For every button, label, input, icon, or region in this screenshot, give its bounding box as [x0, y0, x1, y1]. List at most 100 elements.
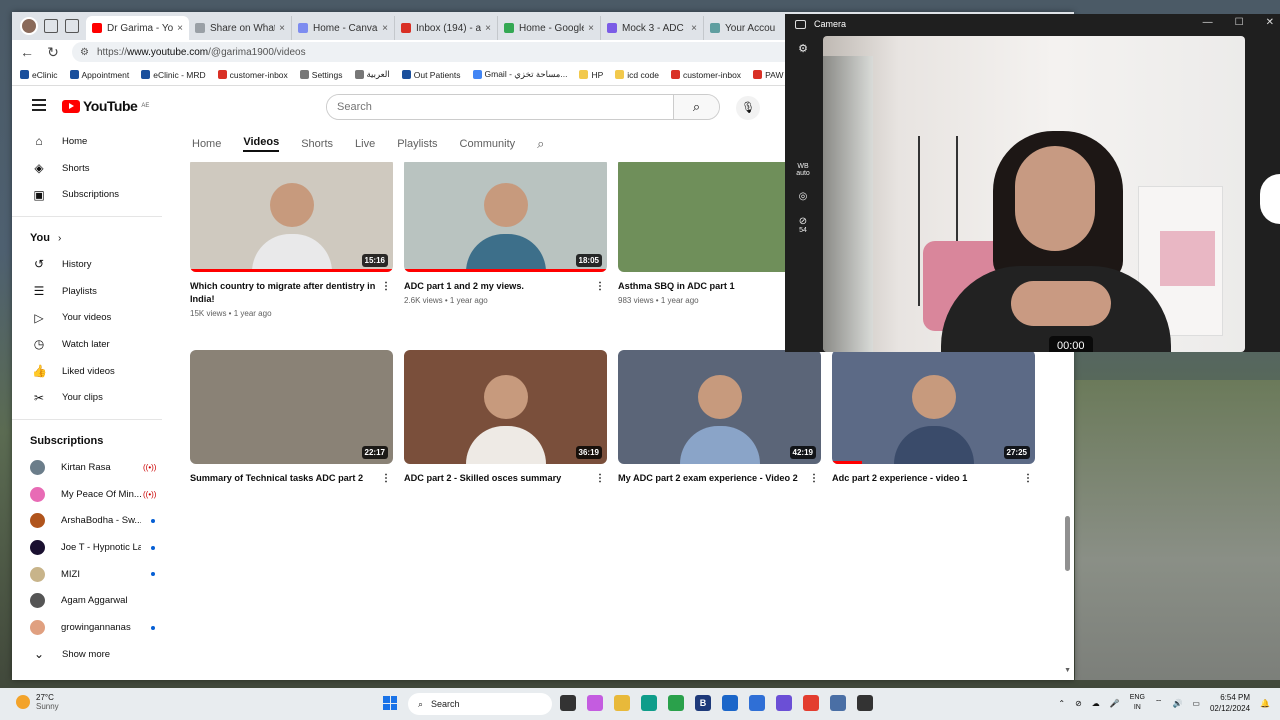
dropbox-icon[interactable] — [722, 695, 738, 711]
wifi-icon[interactable]: ⌔ — [1155, 698, 1163, 708]
tray-chevron-icon[interactable]: ⌃ — [1058, 699, 1065, 708]
close-icon[interactable]: ✕ — [1266, 17, 1274, 28]
profile-avatar[interactable] — [20, 17, 38, 35]
tab-groups-icon[interactable] — [44, 19, 58, 33]
bookmark-item[interactable]: العربية — [354, 69, 390, 80]
menu-icon[interactable] — [32, 99, 46, 114]
video-card[interactable]: 27:25 Adc part 2 experience - video 1 ⋮ 3.2… — [832, 350, 1035, 484]
video-card[interactable] — [618, 528, 821, 642]
more-options-icon[interactable]: ⋮ — [381, 472, 391, 484]
video-card[interactable]: 18:05 ADC part 1 and 2 my views. ⋮ 2.6K vie… — [404, 162, 607, 305]
video-editor-icon[interactable] — [803, 695, 819, 711]
video-title[interactable]: ADC part 2 - Skilled osces summary — [404, 473, 561, 483]
white-balance-control[interactable]: WB auto — [793, 163, 813, 177]
bookmark-item[interactable]: Out Patients — [401, 70, 461, 80]
video-thumbnail[interactable]: 18:05 — [404, 162, 607, 272]
chrome-icon[interactable] — [668, 695, 684, 711]
bookmark-item[interactable]: HP — [579, 70, 603, 80]
sidebar-item-subscriptions[interactable]: ▣ Subscriptions — [12, 181, 172, 208]
page-scrollbar[interactable] — [1065, 516, 1070, 571]
video-thumbnail[interactable] — [190, 528, 393, 642]
more-options-icon[interactable]: ⋮ — [1023, 472, 1033, 484]
microphone-icon[interactable]: 🎤 — [1110, 699, 1120, 708]
video-thumbnail[interactable] — [404, 528, 607, 642]
reload-icon[interactable]: ↻ — [46, 44, 60, 61]
tab-close-icon[interactable]: × — [588, 23, 594, 34]
recording-app-icon[interactable] — [857, 695, 873, 711]
subscription-item[interactable]: Joe T - Hypnotic La... — [12, 534, 172, 561]
video-title[interactable]: Summary of Technical tasks ADC part 2 — [190, 473, 363, 483]
file-explorer-icon[interactable] — [614, 695, 630, 711]
bookmark-item[interactable]: Gmail - مساحة تخزي... — [472, 69, 567, 80]
scroll-down-arrow-icon[interactable]: ▼ — [1064, 667, 1071, 674]
tab-playlists[interactable]: Playlists — [397, 138, 437, 150]
browser-tab[interactable]: Inbox (194) - adc× — [395, 16, 498, 40]
shutter-button[interactable] — [1260, 174, 1280, 224]
b-app-icon[interactable]: B — [695, 695, 711, 711]
video-card[interactable]: 36:19 ADC part 2 - Skilled osces summary ⋮… — [404, 350, 607, 484]
edge-icon[interactable] — [641, 695, 657, 711]
notification-bell-icon[interactable]: 🔔 — [1260, 699, 1270, 708]
subscription-item[interactable]: My Peace Of Min... ((•)) — [12, 481, 172, 508]
search-input[interactable] — [327, 95, 673, 119]
channel-search-icon[interactable]: ⌕ — [537, 136, 544, 152]
sidebar-item-playlists[interactable]: ☰ Playlists — [12, 278, 172, 305]
show-more-button[interactable]: ⌄ Show more — [12, 641, 172, 668]
video-thumbnail[interactable]: 42:19 — [618, 350, 821, 464]
tab-videos[interactable]: Videos — [243, 136, 280, 152]
more-options-icon[interactable]: ⋮ — [595, 280, 605, 293]
tab-close-icon[interactable]: × — [382, 23, 388, 34]
video-thumbnail[interactable] — [832, 528, 1035, 642]
camera-settings-icon[interactable]: ⚙ — [793, 42, 813, 55]
site-info-icon[interactable]: ⚙ — [80, 47, 89, 58]
browser-tab[interactable]: Dr Garima - YouTu× — [86, 16, 189, 40]
tab-close-icon[interactable]: × — [485, 23, 491, 34]
browser-tab[interactable]: Mock 3 - ADC - G × — [601, 16, 704, 40]
video-title[interactable]: Adc part 2 experience - video 1 — [832, 473, 967, 483]
focus-control-icon[interactable]: ◎ — [793, 191, 813, 202]
browser-tab[interactable]: Home - Google D× — [498, 16, 601, 40]
tab-home[interactable]: Home — [192, 138, 221, 150]
task-view-icon[interactable] — [560, 695, 576, 711]
video-thumbnail[interactable]: 27:25 — [832, 350, 1035, 464]
network-off-icon[interactable]: ⊘ — [1075, 699, 1082, 708]
taskbar-search[interactable]: ⌕ Search — [408, 693, 552, 715]
obs-icon[interactable] — [776, 695, 792, 711]
volume-icon[interactable]: 🔊 — [1172, 699, 1182, 708]
sidebar-item-history[interactable]: ↺ History — [12, 251, 172, 278]
bookmark-item[interactable]: Appointment — [69, 70, 129, 80]
camera-taskbar-icon[interactable] — [830, 695, 846, 711]
video-card[interactable] — [190, 528, 393, 642]
clock[interactable]: 6:54 PM 02/12/2024 — [1210, 692, 1250, 714]
sidebar-item-your-clips[interactable]: ✂ Your clips — [12, 385, 172, 412]
subscription-item[interactable]: ArshaBodha - Sw... — [12, 508, 172, 535]
bookmark-item[interactable]: customer-inbox — [670, 70, 741, 80]
maximize-icon[interactable]: ☐ — [1235, 17, 1244, 28]
video-card[interactable] — [832, 528, 1035, 642]
video-card[interactable]: 22:17 Summary of Technical tasks ADC part… — [190, 350, 393, 484]
video-thumbnail[interactable]: 15:16 — [190, 162, 393, 272]
bookmark-item[interactable]: eClinic — [20, 70, 58, 80]
video-card[interactable] — [404, 528, 607, 642]
video-thumbnail[interactable]: 36:19 — [404, 350, 607, 464]
browser-tab[interactable]: Home - Canva × — [292, 16, 395, 40]
tab-close-icon[interactable]: × — [279, 23, 285, 34]
subscription-item[interactable]: Kirtan Rasa ((•)) — [12, 454, 172, 481]
tab-shorts[interactable]: Shorts — [301, 138, 333, 150]
exposure-control[interactable]: ⊘ 54 — [793, 216, 813, 234]
more-options-icon[interactable]: ⋮ — [595, 472, 605, 484]
sidebar-item-watch-later[interactable]: ◷ Watch later — [12, 331, 172, 358]
tab-live[interactable]: Live — [355, 138, 375, 150]
tab-close-icon[interactable]: × — [177, 23, 183, 34]
subscription-item[interactable]: MIZI — [12, 561, 172, 588]
more-options-icon[interactable]: ⋮ — [381, 280, 391, 293]
sidebar-item-liked-videos[interactable]: 👍 Liked videos — [12, 358, 172, 385]
video-thumbnail[interactable] — [618, 528, 821, 642]
minimize-icon[interactable]: — — [1203, 17, 1213, 28]
browser-tab[interactable]: Share on WhatsAp × — [189, 16, 292, 40]
windows-start-icon[interactable] — [383, 696, 397, 710]
video-card[interactable]: 15:16 Which country to migrate after dent… — [190, 162, 393, 318]
bookmark-item[interactable]: customer-inbox — [217, 70, 288, 80]
bookmark-item[interactable]: Settings — [299, 70, 343, 80]
more-options-icon[interactable]: ⋮ — [809, 472, 819, 484]
